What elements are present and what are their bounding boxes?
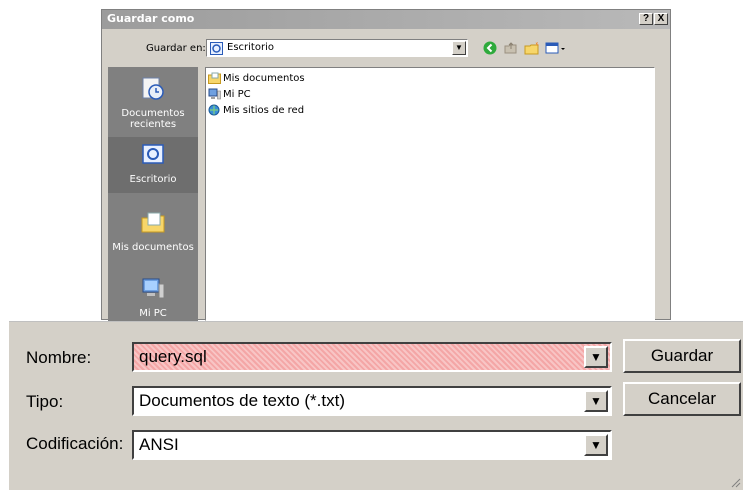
file-name: Mi PC xyxy=(223,89,251,100)
dialog-title: Guardar como xyxy=(107,12,195,25)
list-item[interactable]: Mi PC xyxy=(208,87,251,102)
filetype-value: Documentos de texto (*.txt) xyxy=(139,391,345,410)
chevron-down-icon[interactable]: ▼ xyxy=(584,434,608,456)
file-name: Mis sitios de red xyxy=(223,105,305,116)
chevron-down-icon[interactable]: ▼ xyxy=(584,390,608,412)
help-button[interactable]: ? xyxy=(639,13,653,25)
place-label: Documentos recientes xyxy=(121,108,185,130)
lookin-value: Escritorio xyxy=(227,42,274,53)
close-button[interactable]: X xyxy=(654,13,668,25)
chevron-down-icon[interactable]: ▼ xyxy=(584,346,608,368)
title-bar[interactable]: Guardar como ? X xyxy=(102,10,670,29)
encoding-dropdown[interactable]: ANSI ▼ xyxy=(132,430,612,460)
encoding-value: ANSI xyxy=(139,435,179,454)
filename-input[interactable]: query.sql ▼ xyxy=(132,342,612,372)
lookin-dropdown[interactable]: Escritorio ▼ xyxy=(206,39,468,57)
desktop-icon xyxy=(142,144,164,164)
place-label: Mis documentos xyxy=(112,242,194,253)
filename-value: query.sql xyxy=(139,347,207,366)
list-item[interactable]: Mis documentos xyxy=(208,71,305,86)
up-folder-icon[interactable] xyxy=(503,40,519,56)
name-label: Nombre: xyxy=(26,348,92,367)
computer-icon xyxy=(142,278,165,299)
resize-grip-icon[interactable] xyxy=(731,478,741,488)
place-my-documents[interactable]: Mis documentos xyxy=(108,205,198,265)
cancel-button[interactable]: Cancelar xyxy=(623,382,741,416)
file-name: Mis documentos xyxy=(223,73,305,84)
computer-icon xyxy=(208,88,221,100)
filetype-dropdown[interactable]: Documentos de texto (*.txt) ▼ xyxy=(132,386,612,416)
lookin-label: Guardar en: xyxy=(146,43,206,54)
file-list[interactable]: Mis documentos Mi PC Mis sitios de red xyxy=(205,67,655,321)
type-label: Tipo: xyxy=(26,392,64,411)
save-as-dialog: Guardar como ? X Guardar en: Escritorio … xyxy=(101,9,671,321)
place-label: Escritorio xyxy=(129,174,177,185)
views-menu-icon[interactable] xyxy=(545,40,567,56)
place-desktop[interactable]: Escritorio xyxy=(108,137,198,193)
documents-folder-icon xyxy=(141,212,165,233)
recent-documents-icon xyxy=(142,77,164,100)
place-recent-documents[interactable]: Documentos recientes xyxy=(108,71,198,131)
new-folder-icon[interactable] xyxy=(524,40,540,56)
encoding-label: Codificación: xyxy=(26,434,124,453)
network-places-icon xyxy=(208,104,220,116)
filename-panel: Nombre: query.sql ▼ Tipo: Documentos de … xyxy=(9,321,743,490)
documents-folder-icon xyxy=(208,72,221,84)
chevron-down-icon[interactable]: ▼ xyxy=(452,41,466,55)
place-label: Mi PC xyxy=(139,308,167,319)
desktop-icon xyxy=(210,42,223,55)
list-item[interactable]: Mis sitios de red xyxy=(208,103,304,118)
places-bar: Documentos recientes Escritorio Mis docu… xyxy=(108,67,198,321)
save-button[interactable]: Guardar xyxy=(623,339,741,373)
back-icon[interactable] xyxy=(482,40,498,56)
